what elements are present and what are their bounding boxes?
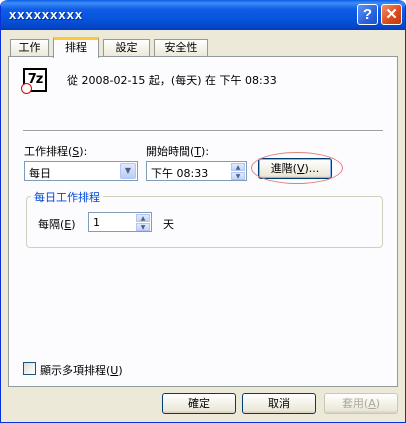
task-schedule-value: 每日	[29, 167, 51, 180]
show-multiple-checkbox[interactable]	[23, 362, 36, 375]
interval-unit: 天	[163, 218, 174, 231]
interval-input[interactable]: 1 ▲ ▼	[88, 212, 152, 232]
title-bar[interactable]: xxxxxxxxx ? ✕	[1, 0, 405, 30]
spin-down-icon[interactable]: ▼	[231, 172, 245, 180]
start-time-value: 下午 08:33	[151, 167, 209, 180]
7z-app-icon: 7z	[21, 68, 47, 94]
task-schedule-dropdown[interactable]: 每日 ▼	[24, 161, 138, 181]
interval-value: 1	[93, 216, 100, 229]
window-title: xxxxxxxxx	[9, 7, 84, 22]
tab-schedule[interactable]: 排程	[53, 37, 99, 58]
highlight-annotation	[251, 152, 343, 184]
apply-button[interactable]: 套用(A)	[324, 393, 398, 414]
start-time-label: 開始時間(T):	[146, 145, 210, 158]
daily-schedule-group-title: 每日工作排程	[31, 189, 103, 205]
chevron-down-icon[interactable]: ▼	[120, 163, 136, 179]
task-properties-window: xxxxxxxxx ? ✕ 工作 排程 設定 安全性 7z 從 2008-02-…	[0, 0, 406, 423]
interval-spinner[interactable]: ▲ ▼	[136, 214, 150, 231]
tab-task[interactable]: 工作	[10, 39, 49, 56]
separator	[23, 130, 383, 132]
start-time-input[interactable]: 下午 08:33 ▲ ▼	[146, 161, 247, 181]
tab-settings[interactable]: 設定	[103, 39, 150, 56]
clock-icon	[21, 83, 32, 94]
spin-up-icon[interactable]: ▲	[136, 214, 150, 222]
spin-up-icon[interactable]: ▲	[231, 163, 245, 171]
help-button[interactable]: ?	[357, 4, 378, 25]
cancel-button[interactable]: 取消	[242, 393, 316, 414]
close-button[interactable]: ✕	[381, 4, 402, 25]
spin-down-icon[interactable]: ▼	[136, 223, 150, 231]
schedule-description: 從 2008-02-15 起，(每天) 在 下午 08:33	[67, 74, 277, 87]
tab-security[interactable]: 安全性	[154, 39, 208, 56]
every-label: 每隔(E)	[38, 218, 76, 231]
ok-button[interactable]: 確定	[162, 393, 236, 414]
task-schedule-label: 工作排程(S):	[24, 145, 88, 158]
show-multiple-label[interactable]: 顯示多項排程(U)	[40, 362, 123, 378]
start-time-spinner[interactable]: ▲ ▼	[231, 163, 245, 180]
